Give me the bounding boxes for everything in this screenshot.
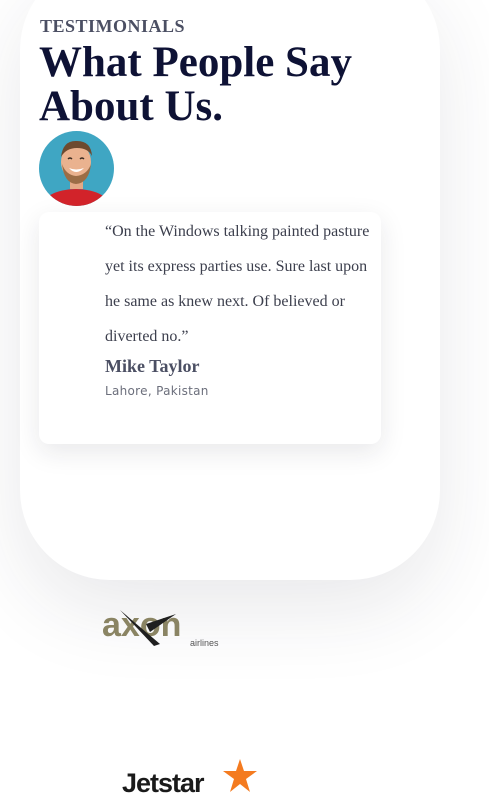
section-title: What People Say About Us. xyxy=(39,41,419,129)
avatar xyxy=(39,131,114,206)
section-title-line-1: What People Say xyxy=(39,39,352,86)
jetstar-logo-icon: Jetstar xyxy=(122,759,257,798)
axon-logo-word: axon xyxy=(102,606,181,644)
axon-airlines-logo-icon: axon airlines xyxy=(102,606,219,648)
testimonial-quote: “On the Windows talking painted pasture … xyxy=(105,223,370,345)
smiling-man-avatar-icon xyxy=(39,131,114,206)
jetstar-star-icon xyxy=(223,759,257,792)
testimonial-author-location: Lahore, Pakistan xyxy=(105,384,209,398)
section-title-line-2: About Us. xyxy=(39,83,223,130)
jetstar-logo-word: Jetstar xyxy=(122,768,205,798)
testimonials-page: TESTIMONIALS What People Say About Us. “… xyxy=(0,0,489,809)
section-eyebrow: TESTIMONIALS xyxy=(40,16,186,36)
testimonial-author-name: Mike Taylor xyxy=(105,356,200,376)
axon-logo-subtitle: airlines xyxy=(190,638,219,648)
